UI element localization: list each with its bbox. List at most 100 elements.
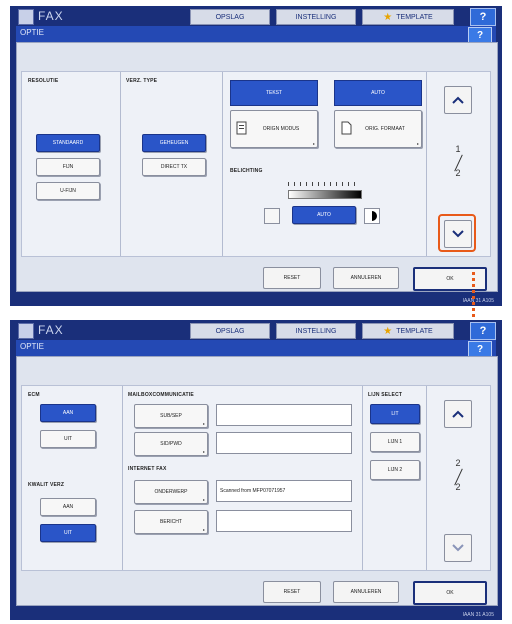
orig-modus-button[interactable]: ORIGN MODUS ▸ [230, 110, 318, 148]
ecm-aan-button[interactable]: AAN [40, 404, 96, 422]
ecm-label: ECM [28, 392, 40, 398]
ecm-uit-label: UIT [63, 436, 73, 442]
status-text: IAAN 31 A105 [462, 298, 494, 304]
annuleren-button[interactable]: ANNULEREN [333, 581, 399, 603]
opslag-label: OPSLAG [215, 327, 245, 335]
fax-app-icon [18, 323, 34, 339]
help-button[interactable]: ? [470, 322, 496, 340]
ok-button[interactable]: OK [413, 267, 487, 291]
verz-type-geheugen-button[interactable]: GEHEUGEN [142, 134, 206, 152]
resolutie-standaard-button[interactable]: STANDAARD [36, 134, 100, 152]
app-bar: FAX OPSLAG INSTELLING ★ TEMPLATE ? [10, 320, 502, 340]
star-icon: ★ [383, 11, 393, 23]
kwaliteit-aan-label: AAN [62, 504, 74, 510]
ok-button[interactable]: OK [413, 581, 487, 605]
template-label: TEMPLATE [396, 13, 433, 21]
onderwerp-button[interactable]: ONDERWERP ▸ [134, 480, 208, 504]
options-dialog: RESOLUTIE STANDAARD FIJN U-FIJN VERZ. TY… [16, 42, 498, 292]
status-text: IAAN 31 A105 [462, 612, 494, 618]
divider [222, 72, 223, 256]
lijn-lit-button[interactable]: LIT [370, 404, 420, 424]
bericht-button[interactable]: BERICHT ▸ [134, 510, 208, 534]
dialog-title-bar: OPTIE ? [16, 26, 496, 43]
options-dialog: ECM AAN UIT KWALIT VERZ AAN UIT MAILBOXC… [16, 356, 498, 606]
sub-sep-field[interactable] [216, 404, 352, 426]
dialog-title: OPTIE [20, 28, 45, 37]
sid-pwd-button[interactable]: SID/PWD ▸ [134, 432, 208, 456]
annuleren-label: ANNULEREN [350, 275, 382, 281]
help-label: ? [479, 325, 487, 337]
instelling-label: INSTELLING [295, 13, 337, 21]
internet-fax-label: INTERNET FAX [128, 466, 167, 472]
exposure-scale-ticks [288, 182, 360, 186]
app-bar: FAX OPSLAG INSTELLING ★ TEMPLATE ? [10, 6, 502, 26]
ok-label: OK [446, 276, 454, 282]
divider [426, 386, 427, 570]
instelling-label: INSTELLING [295, 327, 337, 335]
orig-formaat-button[interactable]: ORIG. FORMAAT ▸ [334, 110, 422, 148]
exposure-lighter-button[interactable] [264, 208, 280, 224]
ecm-uit-button[interactable]: UIT [40, 430, 96, 448]
opslag-button[interactable]: OPSLAG [190, 9, 270, 25]
page-current: 2 [455, 458, 461, 468]
auto-header-label: AUTO [371, 90, 385, 96]
instelling-button[interactable]: INSTELLING [276, 323, 356, 339]
reset-label: RESET [283, 589, 301, 595]
lijn-1-label: LIJN 1 [387, 439, 403, 445]
opslag-label: OPSLAG [215, 13, 245, 21]
exposure-auto-label: AUTO [317, 212, 331, 218]
kwaliteit-uit-button[interactable]: UIT [40, 524, 96, 542]
sub-sep-button[interactable]: SUB/SEP ▸ [134, 404, 208, 428]
exposure-auto-button[interactable]: AUTO [292, 206, 356, 224]
triangle-icon: ▸ [202, 497, 205, 502]
page-up-button[interactable] [444, 86, 472, 114]
reset-button[interactable]: RESET [263, 581, 321, 603]
orig-modus-label: ORIGN MODUS [262, 126, 300, 132]
page-down-button[interactable] [444, 534, 472, 562]
help-button[interactable]: ? [470, 8, 496, 26]
instelling-button[interactable]: INSTELLING [276, 9, 356, 25]
page-current: 1 [455, 144, 461, 154]
template-button[interactable]: ★ TEMPLATE [362, 9, 454, 25]
sid-pwd-label: SID/PWD [160, 441, 182, 447]
dialog-help-button[interactable]: ? [468, 341, 492, 357]
belichting-label: BELICHTING [230, 168, 263, 174]
verz-type-direct-tx-button[interactable]: DIRECT TX [142, 158, 206, 176]
template-label: TEMPLATE [396, 327, 433, 335]
onderwerp-label: ONDERWERP [154, 489, 188, 495]
resolutie-label: RESOLUTIE [28, 78, 59, 84]
onderwerp-field[interactable]: Scanned from MFP07071957 [216, 480, 352, 502]
resolutie-ufijn-label: U-FIJN [60, 188, 76, 194]
reset-button[interactable]: RESET [263, 267, 321, 289]
sid-pwd-field[interactable] [216, 432, 352, 454]
verz-type-label: VERZ. TYPE [126, 78, 158, 84]
half-moon-icon [372, 211, 377, 221]
kwaliteit-aan-button[interactable]: AAN [40, 498, 96, 516]
dialog-help-button[interactable]: ? [468, 27, 492, 43]
lijn-lit-label: LIT [391, 411, 399, 417]
resolutie-standaard-label: STANDAARD [52, 140, 84, 146]
annuleren-button[interactable]: ANNULEREN [333, 267, 399, 289]
lijn-2-label: LIJN 2 [387, 467, 403, 473]
app-title: FAX [38, 323, 64, 337]
template-button[interactable]: ★ TEMPLATE [362, 323, 454, 339]
bericht-field[interactable] [216, 510, 352, 532]
fax-screen-page-1: FAX OPSLAG INSTELLING ★ TEMPLATE ? OPTIE … [10, 6, 502, 306]
exposure-darker-button[interactable] [364, 208, 380, 224]
highlight-callout [438, 214, 476, 252]
page-up-button[interactable] [444, 400, 472, 428]
resolutie-ufijn-button[interactable]: U-FIJN [36, 182, 100, 200]
opslag-button[interactable]: OPSLAG [190, 323, 270, 339]
kwaliteit-uit-label: UIT [63, 530, 73, 536]
divider [426, 72, 427, 256]
bericht-label: BERICHT [160, 519, 182, 525]
triangle-icon: ▸ [202, 527, 205, 532]
resolutie-fijn-button[interactable]: FIJN [36, 158, 100, 176]
dialog-help-label: ? [476, 29, 484, 41]
orig-formaat-label: ORIG. FORMAAT [365, 126, 405, 132]
options-content: ECM AAN UIT KWALIT VERZ AAN UIT MAILBOXC… [21, 385, 491, 571]
page-total: 2 [455, 482, 461, 492]
lijn-1-button[interactable]: LIJN 1 [370, 432, 420, 452]
lijn-2-button[interactable]: LIJN 2 [370, 460, 420, 480]
verz-type-direct-tx-label: DIRECT TX [160, 164, 188, 170]
